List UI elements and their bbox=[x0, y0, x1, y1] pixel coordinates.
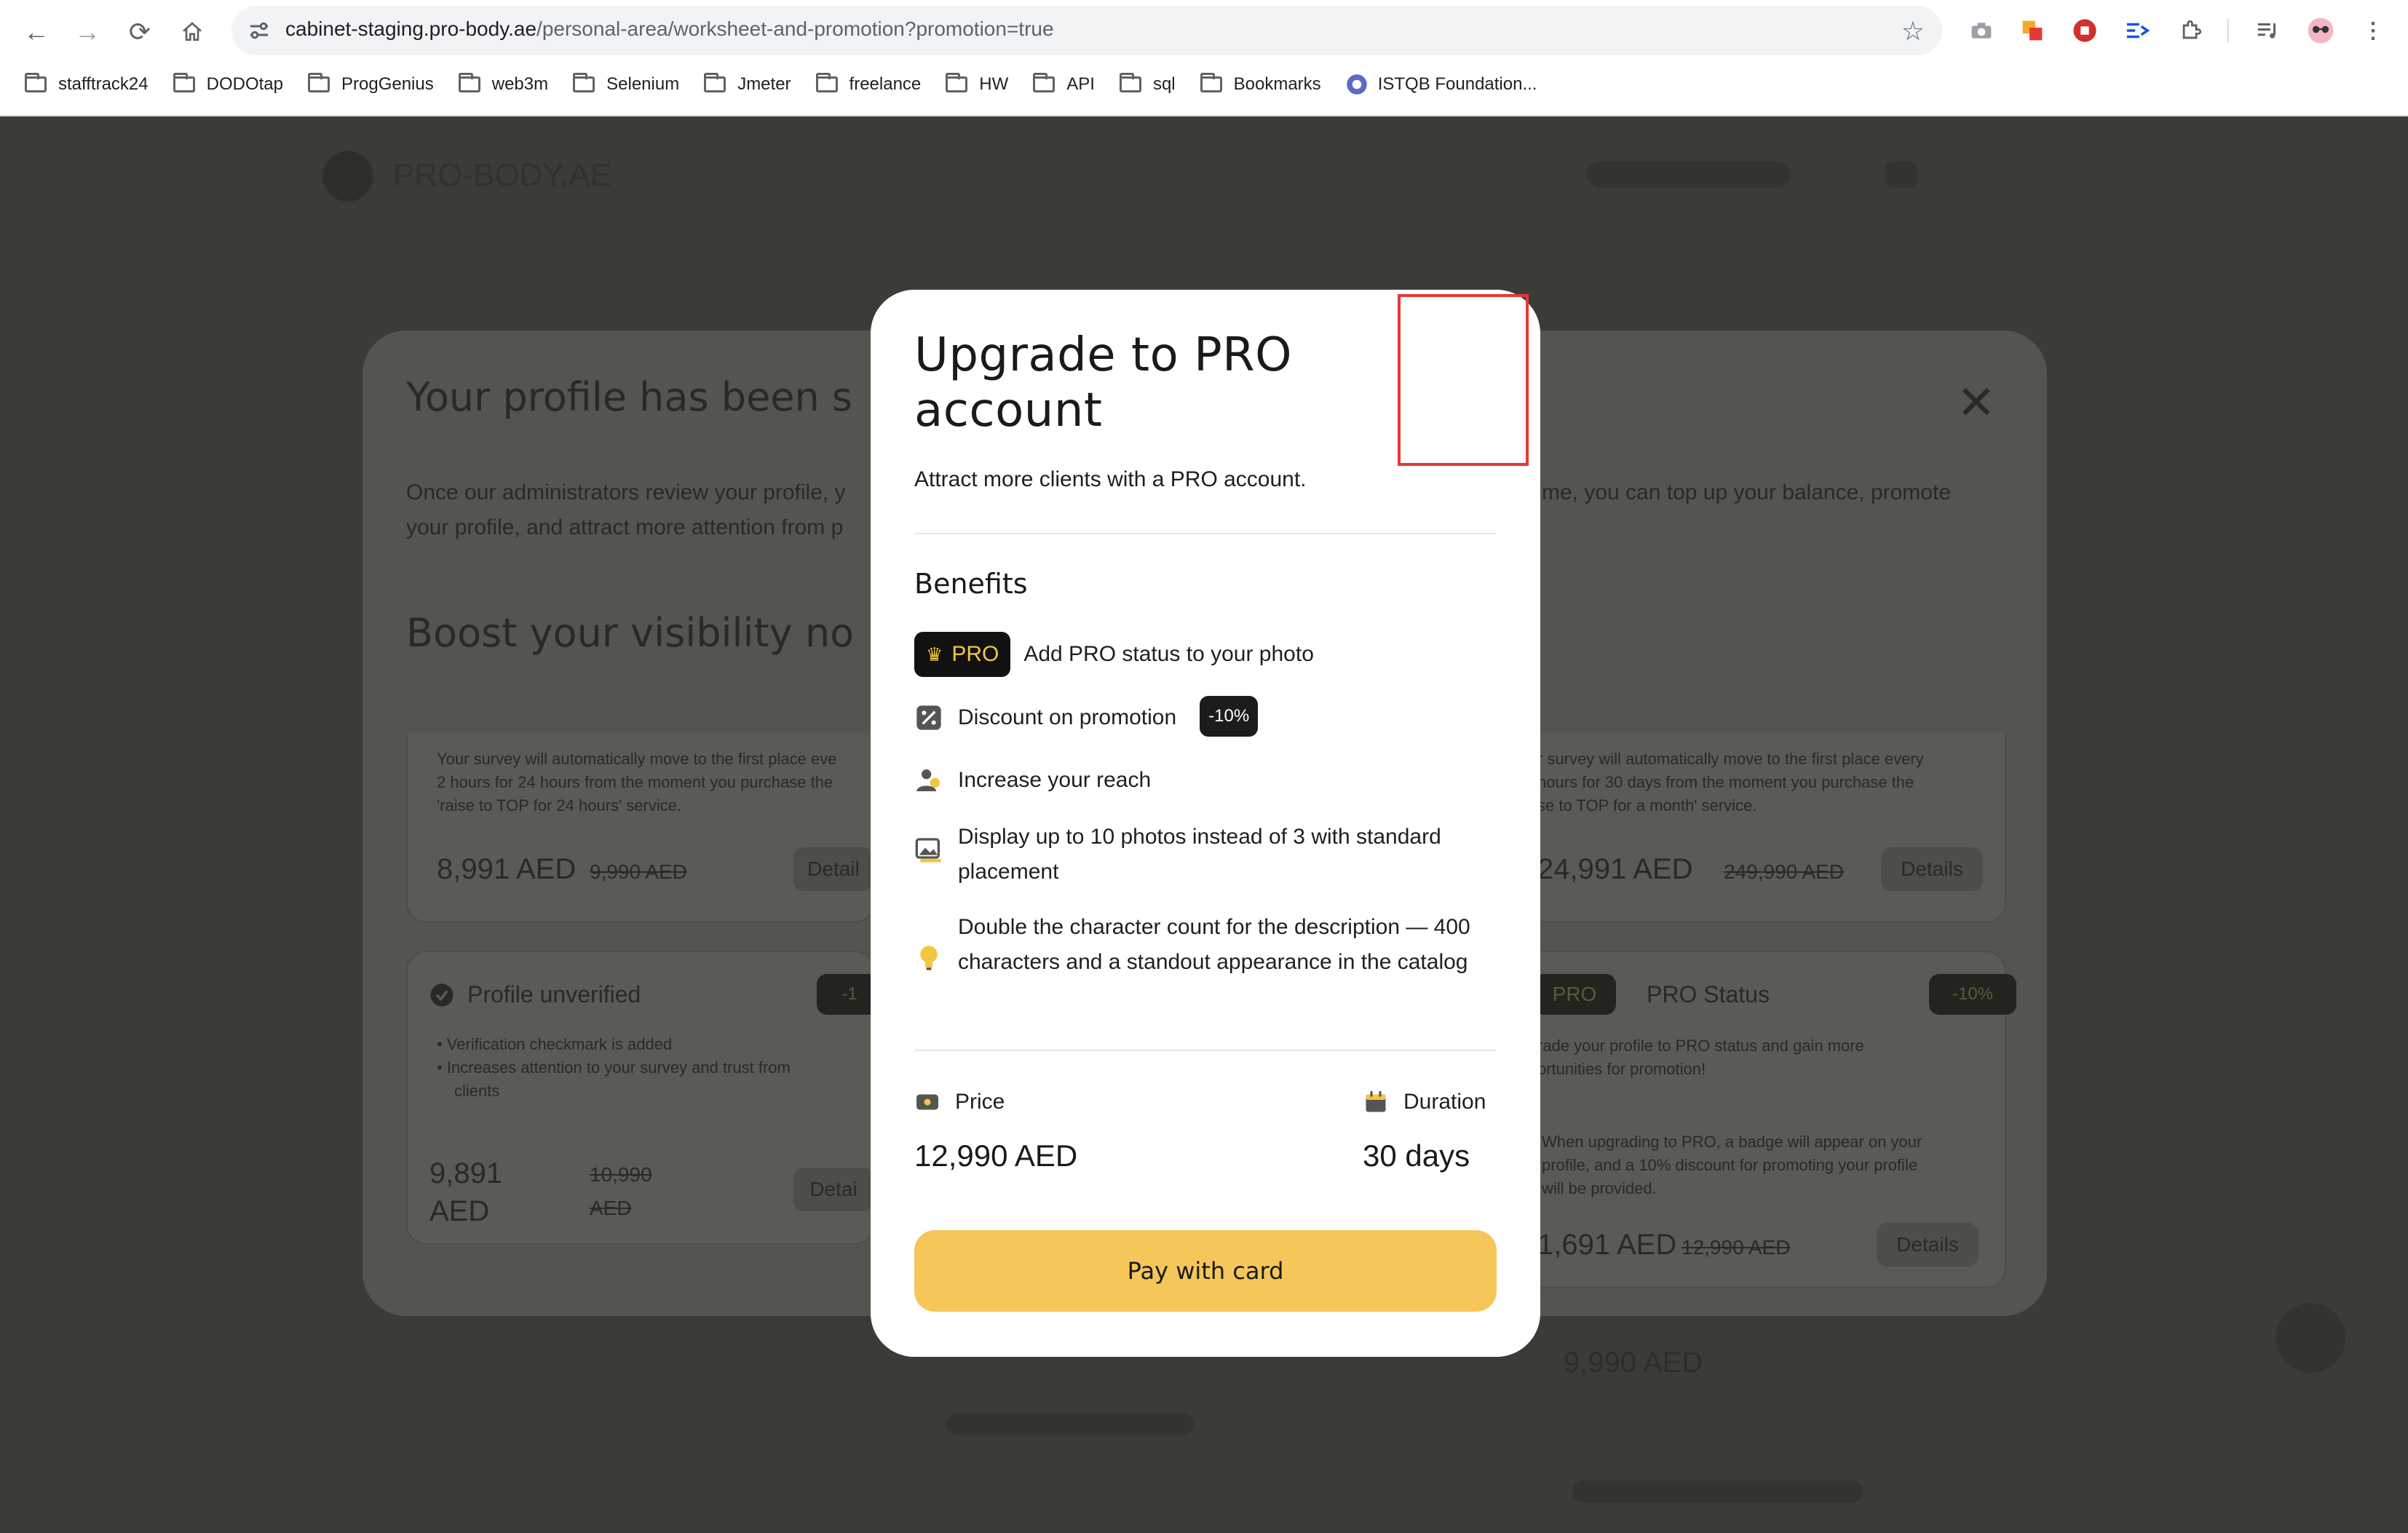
folder-icon bbox=[573, 73, 595, 92]
divider bbox=[914, 533, 1497, 534]
users-icon bbox=[916, 769, 940, 791]
folder-icon bbox=[25, 73, 47, 92]
bg-service-card-1: Your survey will automatically move to t… bbox=[406, 732, 875, 923]
calendar-icon bbox=[1366, 1091, 1386, 1112]
crown-icon: ♛ bbox=[926, 643, 943, 665]
logo-text: PRO-BODY.AE bbox=[393, 157, 611, 193]
bookmarks-bar: stafftrack24 DODOtap ProgGenius web3m Se… bbox=[25, 70, 1561, 99]
bg-footer-placeholder bbox=[946, 1414, 1194, 1435]
benefit-photos: Display up to 10 photos instead of 3 wit… bbox=[914, 820, 1497, 890]
bookmark-item[interactable]: Bookmarks bbox=[1200, 73, 1321, 95]
lightbulb-icon bbox=[920, 946, 938, 970]
folder-icon bbox=[1119, 73, 1141, 92]
bookmark-item-istqb[interactable]: ISTQB Foundation... bbox=[1346, 74, 1537, 95]
highlight-box bbox=[1398, 294, 1529, 466]
bg-service-card-2: r survey will automatically move to the … bbox=[1526, 732, 2006, 923]
bg-boost-heading: Boost your visibility no bbox=[406, 610, 855, 656]
header-placeholder bbox=[1587, 162, 1791, 188]
back-arrow-icon[interactable]: ← bbox=[19, 15, 54, 49]
logo-icon bbox=[322, 151, 373, 202]
pro-badge: ♛ PRO bbox=[914, 632, 1011, 677]
extensions-puzzle-icon[interactable] bbox=[2177, 16, 2206, 45]
list-extension-icon[interactable] bbox=[2123, 16, 2152, 45]
folder-icon bbox=[815, 73, 838, 92]
record-extension-icon[interactable] bbox=[2070, 16, 2099, 45]
bg-service-card-3: Profile unverified -1 • Verification che… bbox=[406, 951, 882, 1245]
image-icon bbox=[915, 838, 941, 863]
bookmark-item[interactable]: DODOtap bbox=[173, 73, 283, 95]
folder-icon bbox=[946, 73, 968, 92]
browser-chrome: ← → ⟳ cabinet-staging.pro-body.ae/person… bbox=[0, 0, 2408, 116]
folder-icon bbox=[308, 73, 330, 92]
bg-chat-button bbox=[2276, 1303, 2345, 1373]
url-text[interactable]: cabinet-staging.pro-body.ae/personal-are… bbox=[285, 17, 1054, 41]
pay-with-card-button[interactable]: Pay with card bbox=[914, 1230, 1497, 1312]
bg-desc-right: me, you can top up your balance, promote bbox=[1542, 480, 1952, 504]
home-icon[interactable] bbox=[175, 15, 210, 49]
modal-subtitle: Attract more clients with a PRO account. bbox=[914, 467, 1307, 491]
color-extension-icon[interactable] bbox=[2018, 16, 2047, 45]
benefit-discount: Discount on promotion -10% bbox=[914, 696, 1259, 737]
forward-arrow-icon[interactable]: → bbox=[70, 15, 105, 49]
folder-icon bbox=[458, 73, 480, 92]
benefits-heading: Benefits bbox=[914, 568, 1028, 600]
verified-check-icon bbox=[430, 983, 454, 1007]
duration-value: 30 days bbox=[1363, 1138, 1470, 1173]
bookmark-item[interactable]: API bbox=[1033, 73, 1095, 95]
address-bar[interactable]: cabinet-staging.pro-body.ae/personal-are… bbox=[231, 6, 1942, 55]
duration-label: Duration bbox=[1363, 1089, 1486, 1115]
price-value: 12,990 AED bbox=[914, 1138, 1078, 1173]
toolbar-separator bbox=[2227, 19, 2229, 42]
folder-icon bbox=[1033, 73, 1056, 92]
bookmark-item[interactable]: HW bbox=[946, 73, 1008, 95]
benefit-characters: Double the character count for the descr… bbox=[914, 910, 1497, 980]
media-controls-icon[interactable] bbox=[2254, 16, 2283, 45]
bg-desc-1: Once our administrators review your prof… bbox=[406, 480, 846, 504]
bookmark-item[interactable]: web3m bbox=[458, 73, 548, 95]
folder-icon bbox=[1200, 73, 1222, 92]
bg-footer-placeholder-2 bbox=[1572, 1481, 1864, 1502]
benefit-reach: Increase your reach bbox=[914, 763, 1151, 798]
discount-badge: -10% bbox=[1200, 696, 1259, 737]
percent-icon bbox=[916, 705, 941, 730]
bg-close-icon: ✕ bbox=[1957, 376, 1996, 429]
modal-title: Upgrade to PRO account bbox=[914, 328, 1292, 437]
bg-service-card-4: PRO PRO Status -10% rade your profile to… bbox=[1526, 951, 2016, 1288]
divider bbox=[914, 1050, 1497, 1051]
istqb-icon bbox=[1346, 74, 1367, 95]
bg-desc-2: your profile, and attract more attention… bbox=[406, 515, 844, 539]
browser-menu-icon[interactable]: ⋮ bbox=[2359, 16, 2388, 45]
site-settings-icon[interactable] bbox=[246, 17, 272, 44]
camera-extension-icon[interactable] bbox=[1967, 16, 1996, 45]
benefit-pro-status: ♛ PRO Add PRO status to your photo bbox=[914, 632, 1314, 677]
bookmark-item[interactable]: Selenium bbox=[573, 73, 679, 95]
price-label: Price bbox=[914, 1089, 1005, 1115]
bookmark-item[interactable]: Jmeter bbox=[704, 73, 791, 95]
bookmark-item[interactable]: freelance bbox=[815, 73, 921, 95]
folder-icon bbox=[173, 73, 195, 92]
language-placeholder bbox=[1885, 162, 1917, 188]
folder-icon bbox=[704, 73, 726, 92]
bg-footer-price: 9,990 AED bbox=[1564, 1347, 1703, 1379]
bg-heading: Your profile has been s bbox=[406, 374, 853, 420]
wallet-icon bbox=[916, 1094, 938, 1110]
profile-avatar-icon[interactable] bbox=[2306, 16, 2335, 45]
bookmark-item[interactable]: stafftrack24 bbox=[25, 73, 148, 95]
bookmark-item[interactable]: sql bbox=[1119, 73, 1176, 95]
bookmark-item[interactable]: ProgGenius bbox=[308, 73, 434, 95]
reload-icon[interactable]: ⟳ bbox=[122, 15, 157, 49]
bookmark-star-icon[interactable]: ☆ bbox=[1901, 16, 1925, 47]
